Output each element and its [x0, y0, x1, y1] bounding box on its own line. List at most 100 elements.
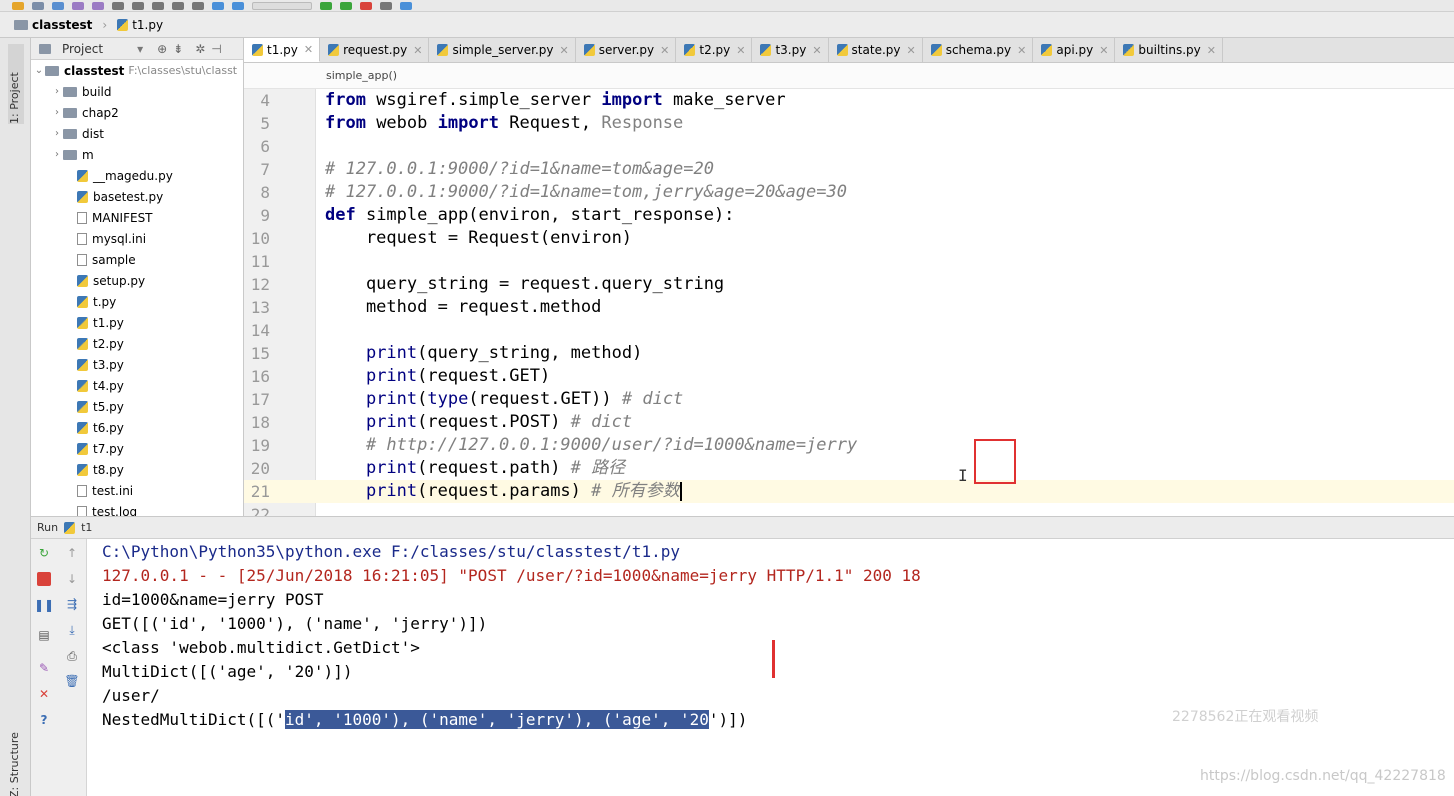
breadcrumb-file[interactable]: t1.py: [109, 16, 171, 34]
code-editor[interactable]: 4 from wsgiref.simple_server import make_…: [244, 89, 1454, 516]
close-icon[interactable]: ✕: [304, 43, 313, 56]
editor-function-breadcrumb[interactable]: simple_app(): [244, 63, 1454, 89]
chevron-right-icon[interactable]: ›: [51, 86, 63, 97]
close-icon[interactable]: ✕: [660, 44, 669, 57]
close-icon[interactable]: ✕: [906, 44, 915, 57]
scroll-up-icon[interactable]: ↑: [65, 546, 79, 560]
editor-tab[interactable]: simple_server.py ✕: [429, 38, 576, 62]
close-icon[interactable]: ✕: [1017, 44, 1026, 57]
tree-file-item[interactable]: t2.py: [31, 333, 243, 354]
save-icon[interactable]: [32, 1, 44, 10]
tree-file-item[interactable]: t1.py: [31, 312, 243, 333]
open-icon[interactable]: [12, 1, 24, 10]
collapse-icon[interactable]: ⇟: [173, 42, 183, 56]
line-number: 13: [250, 298, 270, 317]
tree-file-item[interactable]: t3.py: [31, 354, 243, 375]
tree-file-item[interactable]: t4.py: [31, 375, 243, 396]
editor-tab[interactable]: t2.py ✕: [676, 38, 753, 62]
debug-icon[interactable]: [340, 1, 352, 10]
tree-file-item[interactable]: t6.py: [31, 417, 243, 438]
tree-file-item[interactable]: t5.py: [31, 396, 243, 417]
stop-icon[interactable]: [360, 1, 372, 10]
run-config-name[interactable]: t1: [81, 521, 92, 534]
breadcrumb-project[interactable]: classtest: [6, 16, 100, 34]
editor-tab[interactable]: builtins.py ✕: [1115, 38, 1223, 62]
tree-file-item[interactable]: basetest.py: [31, 186, 243, 207]
close-icon[interactable]: ✕: [1207, 44, 1216, 57]
project-tool-tab[interactable]: 1: Project: [8, 44, 24, 124]
project-view-select[interactable]: Project: [62, 42, 103, 56]
hide-panel-icon[interactable]: ⊣: [211, 42, 221, 56]
trash-icon[interactable]: 🗑: [64, 674, 79, 688]
pause-icon[interactable]: ❚❚: [34, 598, 54, 612]
tree-file-item[interactable]: test.log: [31, 501, 243, 516]
structure-tool-tab[interactable]: Z: Structure: [8, 728, 24, 796]
locate-icon[interactable]: ⊕: [157, 42, 167, 56]
settings-icon[interactable]: [380, 1, 392, 10]
tree-file-item[interactable]: setup.py: [31, 270, 243, 291]
close-icon[interactable]: ✕: [736, 44, 745, 57]
cut-icon[interactable]: [112, 1, 124, 10]
editor-tab[interactable]: server.py ✕: [575, 38, 677, 62]
rerun-icon[interactable]: ↻: [37, 546, 51, 560]
python-file-icon: [77, 358, 88, 371]
sync-icon[interactable]: [52, 1, 64, 10]
editor-tab[interactable]: state.py ✕: [828, 38, 923, 62]
code-text: from wsgiref.simple_server import make_s…: [325, 89, 786, 112]
run-toolbar: ↻ ❚❚ ▤ ✎ ✕ ? ↑ ↓ ⇶ ⤓ ⎙ 🗑: [31, 539, 87, 796]
code-line: 15 print(query_string, method): [244, 342, 1454, 365]
gear-icon[interactable]: ✲: [195, 42, 205, 56]
help-icon[interactable]: ?: [37, 713, 51, 727]
stop-icon[interactable]: [37, 572, 51, 586]
scroll-to-end-icon[interactable]: ⤓: [65, 623, 79, 637]
editor-tab[interactable]: schema.py ✕: [922, 38, 1034, 62]
tree-folder-item[interactable]: › chap2: [31, 102, 243, 123]
close-icon[interactable]: ✕: [413, 44, 422, 57]
tree-file-item[interactable]: MANIFEST: [31, 207, 243, 228]
tree-file-item[interactable]: __magedu.py: [31, 165, 243, 186]
chevron-down-icon[interactable]: ⌄: [33, 65, 45, 76]
close-icon[interactable]: ✕: [1099, 44, 1108, 57]
copy-icon[interactable]: [132, 1, 144, 10]
tree-file-item[interactable]: t.py: [31, 291, 243, 312]
chevron-right-icon[interactable]: ›: [51, 128, 63, 139]
chevron-right-icon[interactable]: ›: [51, 149, 63, 160]
print-icon[interactable]: ⎙: [65, 649, 79, 663]
python-file-icon: [930, 44, 942, 56]
run-console[interactable]: C:\Python\Python35\python.exe F:/classes…: [87, 539, 1454, 796]
tree-file-item[interactable]: t7.py: [31, 438, 243, 459]
close-icon[interactable]: ✕: [560, 44, 569, 57]
editor-tab[interactable]: t1.py ✕: [244, 38, 321, 62]
editor-tab[interactable]: t3.py ✕: [752, 38, 829, 62]
find-icon[interactable]: [172, 1, 184, 10]
run-icon[interactable]: [320, 1, 332, 10]
tree-file-item[interactable]: test.ini: [31, 480, 243, 501]
chevron-down-icon[interactable]: ▾: [137, 42, 143, 56]
back-icon[interactable]: [212, 1, 224, 10]
redo-icon[interactable]: [92, 1, 104, 10]
paste-icon[interactable]: [152, 1, 164, 10]
tree-root[interactable]: ⌄ classtest F:\classes\stu\classt: [31, 60, 243, 81]
restore-layout-icon[interactable]: ▤: [37, 628, 51, 642]
pin-icon[interactable]: ✎: [37, 661, 51, 675]
run-config-select[interactable]: [252, 1, 312, 10]
editor-tab-label: state.py: [851, 43, 901, 57]
forward-icon[interactable]: [232, 1, 244, 10]
replace-icon[interactable]: [192, 1, 204, 10]
tree-folder-item[interactable]: › build: [31, 81, 243, 102]
code-token: (query_string, method): [417, 343, 643, 363]
tree-folder-item[interactable]: › dist: [31, 123, 243, 144]
close-icon[interactable]: ✕: [812, 44, 821, 57]
chevron-right-icon[interactable]: ›: [51, 107, 63, 118]
undo-icon[interactable]: [72, 1, 84, 10]
tree-file-item[interactable]: t8.py: [31, 459, 243, 480]
scroll-down-icon[interactable]: ↓: [65, 572, 79, 586]
editor-tab[interactable]: api.py ✕: [1033, 38, 1116, 62]
help-icon[interactable]: [400, 1, 412, 10]
tree-file-item[interactable]: sample: [31, 249, 243, 270]
close-icon[interactable]: ✕: [37, 687, 51, 701]
tree-folder-item[interactable]: › m: [31, 144, 243, 165]
editor-tab[interactable]: request.py ✕: [320, 38, 430, 62]
soft-wrap-icon[interactable]: ⇶: [65, 597, 79, 611]
tree-file-item[interactable]: mysql.ini: [31, 228, 243, 249]
